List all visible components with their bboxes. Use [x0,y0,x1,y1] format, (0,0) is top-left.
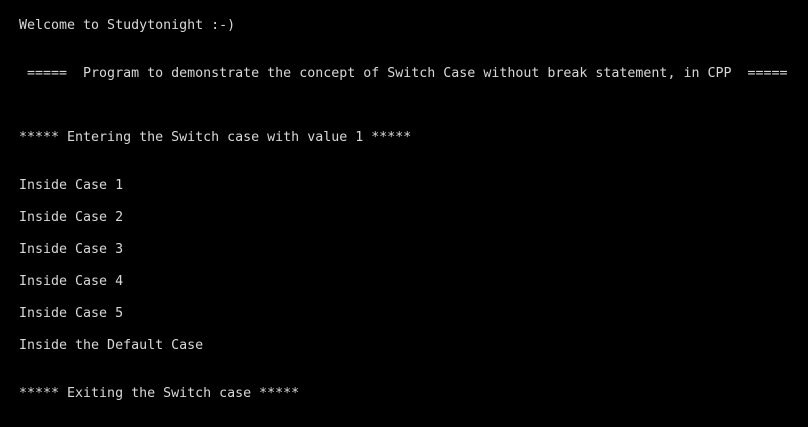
welcome-line: Welcome to Studytonight :-) [19,18,236,33]
terminal-output: Welcome to Studytonight :-) ===== Progra… [0,0,808,427]
case-3-line: Inside Case 3 [19,242,124,257]
program-title-line: ===== Program to demonstrate the concept… [19,66,788,81]
default-case-line: Inside the Default Case [19,338,204,353]
exiting-switch-line: ***** Exiting the Switch case ***** [19,386,300,401]
entering-switch-line: ***** Entering the Switch case with valu… [19,130,412,145]
case-5-line: Inside Case 5 [19,306,124,321]
case-2-line: Inside Case 2 [19,210,124,225]
case-1-line: Inside Case 1 [19,178,124,193]
case-4-line: Inside Case 4 [19,274,124,289]
